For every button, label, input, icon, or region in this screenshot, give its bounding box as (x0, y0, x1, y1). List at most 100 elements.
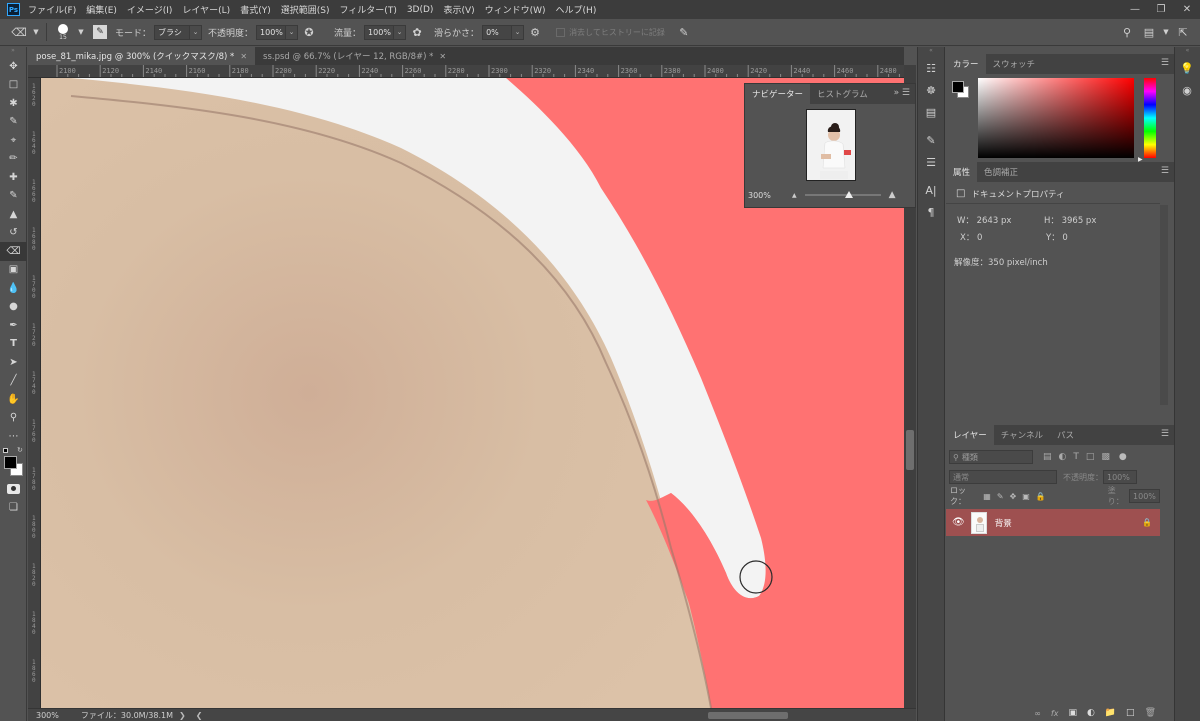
crop-tool-icon[interactable]: ⌖ (0, 131, 27, 150)
lock-all-icon[interactable]: 🔒 (1036, 492, 1046, 501)
brush-settings-panel-icon[interactable]: ✎ (918, 129, 944, 151)
navigator-thumbnail[interactable] (806, 109, 856, 181)
filter-smart-object-icon[interactable]: ▩ (1101, 452, 1110, 462)
eraser-tool-icon[interactable]: ⌫ (0, 242, 27, 261)
close-tab-icon[interactable]: ✕ (240, 52, 247, 61)
tab-layers[interactable]: レイヤー (946, 425, 994, 445)
color-field[interactable] (978, 78, 1134, 158)
zoom-level[interactable]: 300% (36, 711, 59, 720)
add-mask-icon[interactable]: ▣ (1068, 708, 1077, 718)
color-swatches[interactable]: ↻ (0, 446, 26, 480)
menu-edit[interactable]: 編集(E) (86, 3, 117, 16)
erase-to-history-checkbox[interactable] (556, 27, 566, 37)
navigator-zoom-value[interactable]: 300% (748, 191, 782, 200)
fill-input[interactable]: 100% (1129, 489, 1160, 503)
move-tool-icon[interactable]: ✥ (0, 57, 27, 76)
tab-properties[interactable]: 属性 (946, 162, 978, 182)
tab-histogram[interactable]: ヒストグラム (810, 84, 875, 104)
lock-image-icon[interactable]: ✎ (997, 492, 1004, 501)
edit-toolbar-icon[interactable]: ⋯ (0, 427, 27, 446)
paragraph-panel-icon[interactable]: ¶ (918, 201, 944, 223)
lock-position-icon[interactable]: ✥ (1010, 492, 1017, 501)
hue-slider[interactable] (1144, 78, 1156, 158)
color-foreground-swatch[interactable] (952, 81, 964, 93)
tool-preset-chevron-icon[interactable]: ▼ (32, 23, 40, 41)
menu-filter[interactable]: フィルター(T) (339, 3, 396, 16)
pressure-size-icon[interactable]: ✎ (675, 23, 693, 41)
delete-layer-icon[interactable]: 🗑 (1145, 708, 1156, 718)
tab-color[interactable]: カラー (946, 54, 986, 74)
eye-icon[interactable]: 👁 (952, 517, 965, 528)
menu-select[interactable]: 選択範囲(S) (281, 3, 330, 16)
brush-preset-picker[interactable]: 15 (51, 21, 75, 43)
panel-menu-icon[interactable]: » ☰ (894, 88, 910, 98)
default-colors-icon[interactable] (3, 447, 8, 453)
path-selection-tool-icon[interactable]: ➤ (0, 353, 27, 372)
tab-navigator[interactable]: ナビゲーター (745, 84, 811, 104)
new-adjustment-layer-icon[interactable]: ◐ (1087, 708, 1095, 718)
horizontal-scrollbar-thumb[interactable] (708, 712, 788, 719)
menu-image[interactable]: イメージ(I) (127, 3, 173, 16)
blur-tool-icon[interactable]: 💧 (0, 279, 27, 298)
smoothing-input[interactable]: 0% (482, 24, 513, 40)
lock-transparent-icon[interactable]: ▦ (983, 492, 991, 501)
tab-adjustments[interactable]: 色調補正 (977, 162, 1025, 182)
healing-brush-tool-icon[interactable]: ✚ (0, 168, 27, 187)
adobe-stock-icon[interactable]: ◉ (1175, 79, 1199, 101)
learn-panel-icon[interactable]: 💡 (1175, 57, 1199, 79)
flow-dropdown-icon[interactable]: ⌄ (394, 24, 407, 40)
zoom-tool-icon[interactable]: ⚲ (0, 409, 27, 428)
menu-layer[interactable]: レイヤー(L) (182, 3, 230, 16)
layer-row-background[interactable]: 👁 背景 🔒 (946, 509, 1160, 536)
smoothing-options-gear-icon[interactable]: ⚙ (526, 23, 544, 41)
history-panel-icon[interactable]: ☷ (918, 57, 944, 79)
menu-view[interactable]: 表示(V) (443, 3, 474, 16)
layer-filter-select[interactable]: ⚲ 種類 (949, 450, 1033, 464)
type-tool-icon[interactable]: T (0, 335, 27, 354)
properties-scrollbar[interactable] (1160, 205, 1168, 405)
link-layers-icon[interactable]: ∞ (1034, 709, 1041, 718)
tab-swatches[interactable]: スウォッチ (986, 54, 1043, 74)
layer-opacity-input[interactable]: 100% (1103, 470, 1137, 484)
airbrush-icon[interactable]: ✿ (408, 23, 426, 41)
strip-collapse-icon[interactable]: « (918, 47, 944, 57)
opacity-dropdown-icon[interactable]: ⌄ (286, 24, 299, 40)
hand-tool-icon[interactable]: ✋ (0, 390, 27, 409)
share-icon[interactable]: ⇱ (1174, 23, 1192, 41)
lasso-tool-icon[interactable]: ✱ (0, 94, 27, 113)
foreground-color-swatch[interactable] (4, 455, 17, 469)
panel-menu-icon[interactable]: ☰ (1161, 58, 1169, 68)
adjustments-panel-icon[interactable]: ☸ (918, 79, 944, 101)
dodge-tool-icon[interactable]: ● (0, 298, 27, 317)
history-brush-tool-icon[interactable]: ↺ (0, 224, 27, 243)
gradient-tool-icon[interactable]: ▣ (0, 261, 27, 280)
vertical-scrollbar-thumb[interactable] (906, 430, 914, 470)
filter-type-icon[interactable]: T (1073, 452, 1079, 462)
toolbar-collapse-icon[interactable]: » (0, 47, 26, 57)
layer-style-icon[interactable]: fx (1051, 709, 1059, 718)
minimize-icon[interactable]: — (1122, 0, 1148, 19)
menu-help[interactable]: ヘルプ(H) (556, 3, 597, 16)
tab-pose-81-mika[interactable]: pose_81_mika.jpg @ 300% (クイックマスク/8) * ✕ (28, 47, 256, 65)
zoom-slider[interactable] (804, 191, 881, 198)
filter-adjustment-icon[interactable]: ◐ (1059, 452, 1067, 462)
new-group-icon[interactable]: 📁 (1105, 708, 1116, 718)
workspace-icon[interactable]: ▤ (1140, 23, 1158, 41)
new-layer-icon[interactable]: □ (1126, 708, 1135, 718)
brush-settings-icon[interactable]: ✎ (93, 25, 107, 39)
lock-artboard-icon[interactable]: ▣ (1022, 492, 1030, 501)
eyedropper-tool-icon[interactable]: ✏ (0, 150, 27, 169)
zoom-slider-handle[interactable] (844, 191, 853, 198)
menu-type[interactable]: 書式(Y) (240, 3, 271, 16)
screen-mode-icon[interactable]: ❏ (0, 498, 27, 517)
mode-dropdown-icon[interactable]: ⌄ (190, 24, 203, 40)
close-tab-icon[interactable]: ✕ (439, 52, 446, 61)
quick-selection-tool-icon[interactable]: ✎ (0, 113, 27, 132)
marquee-tool-icon[interactable]: □ (0, 76, 27, 95)
brushes-panel-icon[interactable]: ☰ (918, 151, 944, 173)
close-window-icon[interactable]: ✕ (1174, 0, 1200, 19)
opacity-input[interactable]: 100% (256, 24, 287, 40)
pen-tool-icon[interactable]: ✒ (0, 316, 27, 335)
clone-stamp-tool-icon[interactable]: ▲ (0, 205, 27, 224)
tab-paths[interactable]: パス (1050, 425, 1081, 445)
